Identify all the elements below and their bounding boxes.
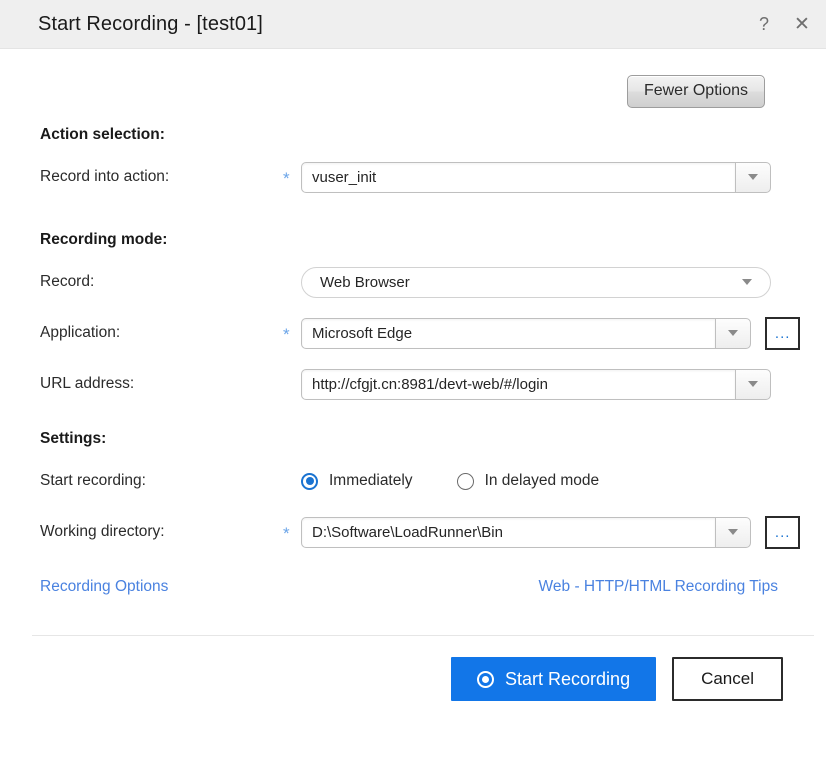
row-working-directory: Working directory: * D:\Software\LoadRun… <box>40 515 800 549</box>
required-marker-placeholder: * <box>283 374 301 394</box>
radio-in-delayed-mode-label: In delayed mode <box>484 472 600 490</box>
fewer-options-row: Fewer Options <box>40 49 800 109</box>
radio-unselected-icon <box>456 472 474 490</box>
label-record: Record: <box>40 273 95 291</box>
section-heading-recording-mode: Recording mode: <box>40 231 168 249</box>
close-icon[interactable]: ✕ <box>790 11 814 37</box>
start-recording-button-label: Start Recording <box>505 668 631 689</box>
record-mode-dropdown-button[interactable] <box>738 279 756 286</box>
cancel-button[interactable]: Cancel <box>672 657 783 702</box>
row-start-recording: Start recording: * Immediately In delaye… <box>40 465 800 497</box>
url-address-dropdown-button[interactable] <box>735 368 771 400</box>
record-icon <box>477 670 495 688</box>
application-value[interactable]: Microsoft Edge <box>301 317 716 349</box>
required-marker-placeholder: * <box>283 471 301 491</box>
record-into-action-combobox[interactable]: vuser_init <box>301 161 771 193</box>
dialog-footer: Start Recording Cancel <box>40 636 800 702</box>
working-directory-value[interactable]: D:\Software\LoadRunner\Bin <box>301 516 716 548</box>
url-address-combobox[interactable]: http://cfgjt.cn:8981/devt-web/#/login <box>301 368 771 400</box>
radio-immediately-label: Immediately <box>329 472 413 490</box>
row-application: Application: * Microsoft Edge ... <box>40 316 800 350</box>
recording-tips-link[interactable]: Web - HTTP/HTML Recording Tips <box>539 578 778 596</box>
titlebar-controls: ? ✕ <box>752 0 814 48</box>
working-directory-browse-button[interactable]: ... <box>765 515 800 549</box>
section-heading-settings: Settings: <box>40 430 107 448</box>
fewer-options-button[interactable]: Fewer Options <box>626 75 765 109</box>
recording-options-link[interactable]: Recording Options <box>40 578 168 596</box>
chevron-down-icon <box>748 381 758 388</box>
links-row: Recording Options Web - HTTP/HTML Record… <box>40 578 800 596</box>
application-browse-button[interactable]: ... <box>765 316 800 350</box>
row-url-address: URL address: * http://cfgjt.cn:8981/devt… <box>40 368 800 400</box>
label-start-recording: Start recording: <box>40 472 146 490</box>
required-marker-placeholder: * <box>283 272 301 292</box>
dialog-titlebar: Start Recording - [test01] ? ✕ <box>0 0 826 49</box>
url-address-value[interactable]: http://cfgjt.cn:8981/devt-web/#/login <box>301 368 735 400</box>
section-heading-action-selection: Action selection: <box>40 126 165 144</box>
label-url-address: URL address: <box>40 375 135 393</box>
record-into-action-dropdown-button[interactable] <box>735 161 771 193</box>
label-record-into-action: Record into action: <box>40 168 170 186</box>
record-mode-value[interactable]: Web Browser <box>320 274 738 291</box>
chevron-down-icon <box>728 330 739 337</box>
start-recording-radio-group: Immediately In delayed mode <box>301 472 643 490</box>
chevron-down-icon <box>742 279 752 286</box>
start-recording-button[interactable]: Start Recording <box>451 657 657 702</box>
record-into-action-value[interactable]: vuser_init <box>301 161 735 193</box>
chevron-down-icon <box>728 529 739 536</box>
application-combobox[interactable]: Microsoft Edge <box>301 317 752 349</box>
required-marker: * <box>283 325 290 345</box>
help-icon[interactable]: ? <box>752 11 776 37</box>
required-marker: * <box>283 169 290 189</box>
dialog-body: Fewer Options Action selection: Record i… <box>0 49 826 758</box>
working-directory-combobox[interactable]: D:\Software\LoadRunner\Bin <box>301 516 752 548</box>
radio-in-delayed-mode[interactable]: In delayed mode <box>456 472 600 490</box>
chevron-down-icon <box>748 174 758 181</box>
record-mode-combobox[interactable]: Web Browser <box>301 266 771 298</box>
row-record: Record: * Web Browser <box>40 266 800 298</box>
label-working-directory: Working directory: <box>40 523 165 541</box>
radio-selected-icon <box>301 472 318 490</box>
label-application: Application: <box>40 324 121 342</box>
radio-immediately[interactable]: Immediately <box>301 472 413 490</box>
application-dropdown-button[interactable] <box>715 317 752 349</box>
dialog-title: Start Recording - [test01] <box>38 12 263 35</box>
working-directory-dropdown-button[interactable] <box>715 516 752 548</box>
required-marker: * <box>283 524 290 544</box>
row-record-into-action: Record into action: * vuser_init <box>40 161 800 193</box>
